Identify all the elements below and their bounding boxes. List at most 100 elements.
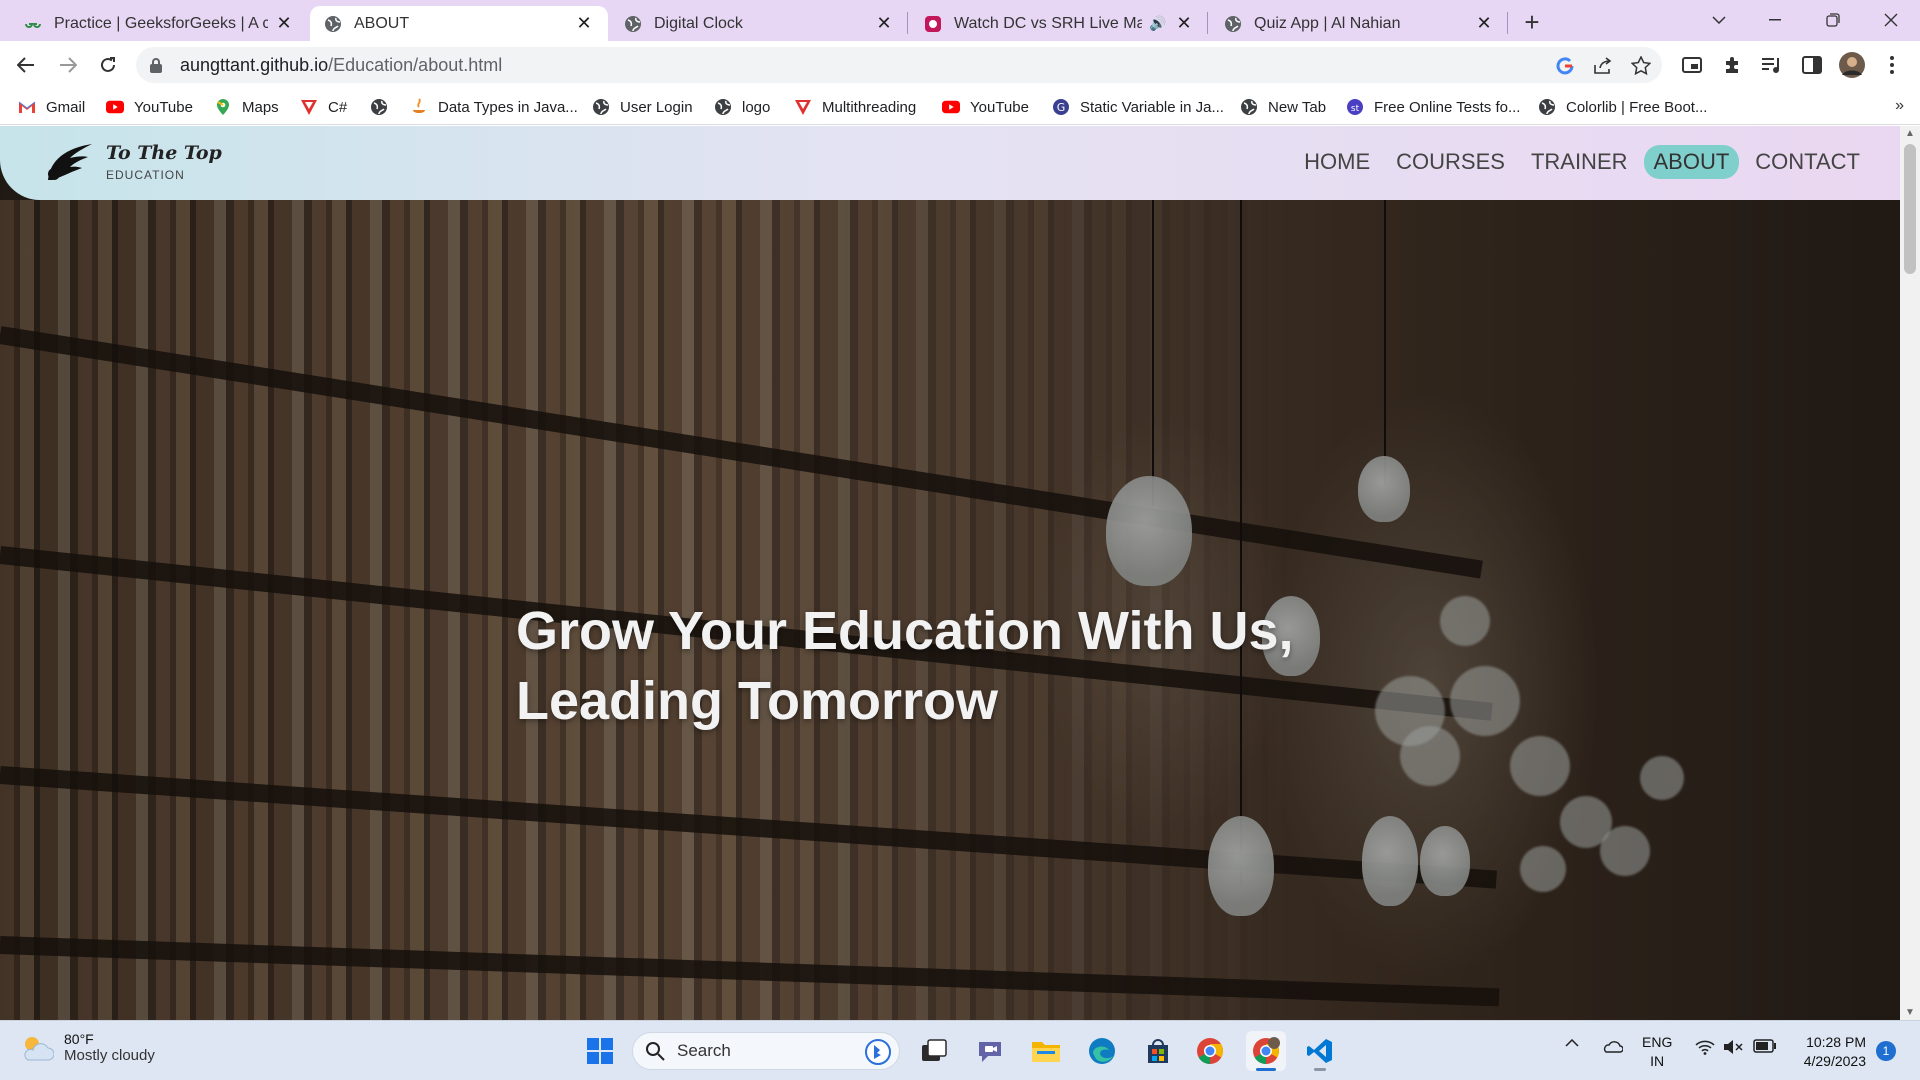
address-bar[interactable]: aungttant.github.io/Education/about.html: [136, 47, 1662, 83]
globe-icon: [1240, 98, 1258, 116]
onedrive-cloud-icon[interactable]: [1600, 1039, 1624, 1053]
close-window-button[interactable]: [1868, 4, 1914, 36]
bookmark-multithreading[interactable]: Multithreading: [794, 95, 916, 119]
media-control-icon[interactable]: [1756, 49, 1788, 81]
close-icon[interactable]: ✕: [1174, 13, 1194, 34]
close-icon[interactable]: ✕: [274, 13, 294, 34]
bookmark-new-tab[interactable]: New Tab: [1240, 95, 1326, 119]
cloud-sun-icon: [24, 1036, 54, 1060]
share-icon[interactable]: [1592, 55, 1614, 77]
bookmark-maps[interactable]: Maps: [214, 95, 279, 119]
weather-widget[interactable]: 80°F Mostly cloudy: [20, 1031, 155, 1064]
picture-in-picture-icon[interactable]: [1676, 49, 1708, 81]
vscode-icon[interactable]: [1300, 1031, 1340, 1071]
brand-name: To The Top: [106, 141, 222, 164]
battery-icon[interactable]: [1752, 1039, 1778, 1053]
edge-icon[interactable]: [1082, 1031, 1122, 1071]
bookmark-label: Free Online Tests fo...: [1374, 98, 1521, 116]
brand-subtitle: EDUCATION: [106, 167, 185, 182]
youtube-icon: [942, 98, 960, 116]
bookmark-static-variable[interactable]: G Static Variable in Ja...: [1052, 95, 1224, 119]
tab-quiz-app[interactable]: Quiz App | Al Nahian ✕: [1210, 6, 1508, 41]
file-explorer-icon[interactable]: [1026, 1031, 1066, 1071]
chrome-profile-icon[interactable]: [1246, 1031, 1286, 1071]
bookmark-youtube[interactable]: YouTube: [106, 95, 193, 119]
bookmark-data-types-java[interactable]: Data Types in Java...: [410, 95, 578, 119]
extensions-icon[interactable]: [1716, 49, 1748, 81]
bookmark-youtube-2[interactable]: YouTube: [942, 95, 1029, 119]
running-indicator: [1314, 1068, 1326, 1071]
wifi-icon[interactable]: [1694, 1039, 1716, 1055]
bookmark-star-icon[interactable]: [1630, 55, 1652, 77]
speaker-muted-icon[interactable]: [1722, 1039, 1744, 1055]
speaker-icon[interactable]: 🔊: [1148, 14, 1168, 34]
svg-text:G: G: [1057, 101, 1066, 114]
google-lens-icon[interactable]: [1554, 55, 1576, 77]
bookmark-user-login[interactable]: User Login: [592, 95, 693, 119]
minimize-button[interactable]: [1752, 4, 1798, 36]
tab-about[interactable]: ABOUT ✕: [310, 6, 608, 41]
tab-geeksforgeeks[interactable]: Practice | GeeksforGeeks | A com ✕: [10, 6, 308, 41]
bookmark-label: Gmail: [46, 98, 86, 116]
forward-arrow-icon[interactable]: [52, 49, 84, 81]
hero-line-1: Grow Your Education With Us,: [516, 601, 1294, 661]
globe-icon: [624, 15, 642, 33]
chevron-up-icon[interactable]: [1562, 1039, 1582, 1047]
store-icon[interactable]: [1138, 1031, 1178, 1071]
bookmarks-overflow-button[interactable]: »: [1895, 97, 1904, 115]
chrome-icon[interactable]: [1190, 1031, 1230, 1071]
nav-trainer[interactable]: TRAINER: [1521, 145, 1638, 179]
nav-about[interactable]: ABOUT: [1643, 145, 1740, 179]
bookmark-free-online-tests[interactable]: st Free Online Tests fo...: [1346, 95, 1520, 119]
scroll-down-arrow-icon[interactable]: ▼: [1904, 1007, 1916, 1018]
chrome-menu-icon[interactable]: [1876, 49, 1908, 81]
tab-digital-clock[interactable]: Digital Clock ✕: [610, 6, 908, 41]
back-arrow-icon[interactable]: [10, 49, 42, 81]
task-view-icon[interactable]: [914, 1031, 954, 1071]
tab-separator: [1507, 12, 1508, 34]
page-viewport: To The Top EDUCATION HOME COURSES TRAINE…: [0, 126, 1900, 1020]
bookmark-colorlib[interactable]: Colorlib | Free Boot...: [1538, 95, 1707, 119]
tab-hotstar[interactable]: Watch DC vs SRH Live Match 🔊 ✕: [910, 6, 1208, 41]
scrollbar-thumb[interactable]: [1904, 144, 1916, 274]
language-indicator[interactable]: ENG IN: [1642, 1033, 1672, 1071]
side-panel-icon[interactable]: [1796, 49, 1828, 81]
bing-icon[interactable]: [865, 1039, 891, 1070]
taskbar-search[interactable]: Search: [632, 1032, 900, 1070]
windows-start-icon[interactable]: [580, 1031, 620, 1071]
url-text[interactable]: aungttant.github.io/Education/about.html: [180, 55, 502, 76]
close-icon[interactable]: ✕: [1474, 13, 1494, 34]
bookmark-logo[interactable]: logo: [714, 95, 770, 119]
gmail-icon: [18, 98, 36, 116]
close-icon[interactable]: ✕: [874, 13, 894, 34]
reload-icon[interactable]: [92, 49, 124, 81]
site-logo[interactable]: To The Top EDUCATION: [44, 140, 222, 184]
tab-separator: [907, 12, 908, 34]
globe-icon: [324, 15, 342, 33]
bookmark-label: Data Types in Java...: [438, 98, 578, 116]
scroll-up-arrow-icon[interactable]: ▲: [1904, 128, 1916, 139]
bookmark-csharp[interactable]: C#: [300, 95, 347, 119]
nav-home[interactable]: HOME: [1294, 145, 1380, 179]
restore-button[interactable]: [1810, 4, 1856, 36]
bookmark-label: logo: [742, 98, 771, 116]
globe-icon: [370, 98, 388, 116]
bookmark-label: Multithreading: [822, 98, 917, 116]
bookmark-gmail[interactable]: Gmail: [18, 95, 85, 119]
language-code: ENG: [1642, 1034, 1673, 1050]
profile-avatar[interactable]: [1836, 49, 1868, 81]
tab-search-chevron-icon[interactable]: [1696, 4, 1742, 36]
page-scrollbar[interactable]: ▲ ▼: [1900, 126, 1920, 1020]
new-tab-button[interactable]: +: [1518, 8, 1546, 36]
bookmark-globe[interactable]: [370, 95, 398, 119]
system-clock[interactable]: 10:28 PM 4/29/2023: [1794, 1033, 1866, 1071]
lock-icon[interactable]: [150, 57, 166, 73]
clock-time: 10:28 PM: [1806, 1034, 1866, 1050]
notification-badge[interactable]: 1: [1876, 1041, 1896, 1061]
globe-icon: [1538, 98, 1556, 116]
wing-logo-icon: [48, 144, 92, 180]
close-icon[interactable]: ✕: [574, 13, 594, 34]
nav-contact[interactable]: CONTACT: [1745, 145, 1870, 179]
teams-chat-icon[interactable]: [970, 1031, 1010, 1071]
nav-courses[interactable]: COURSES: [1386, 145, 1515, 179]
